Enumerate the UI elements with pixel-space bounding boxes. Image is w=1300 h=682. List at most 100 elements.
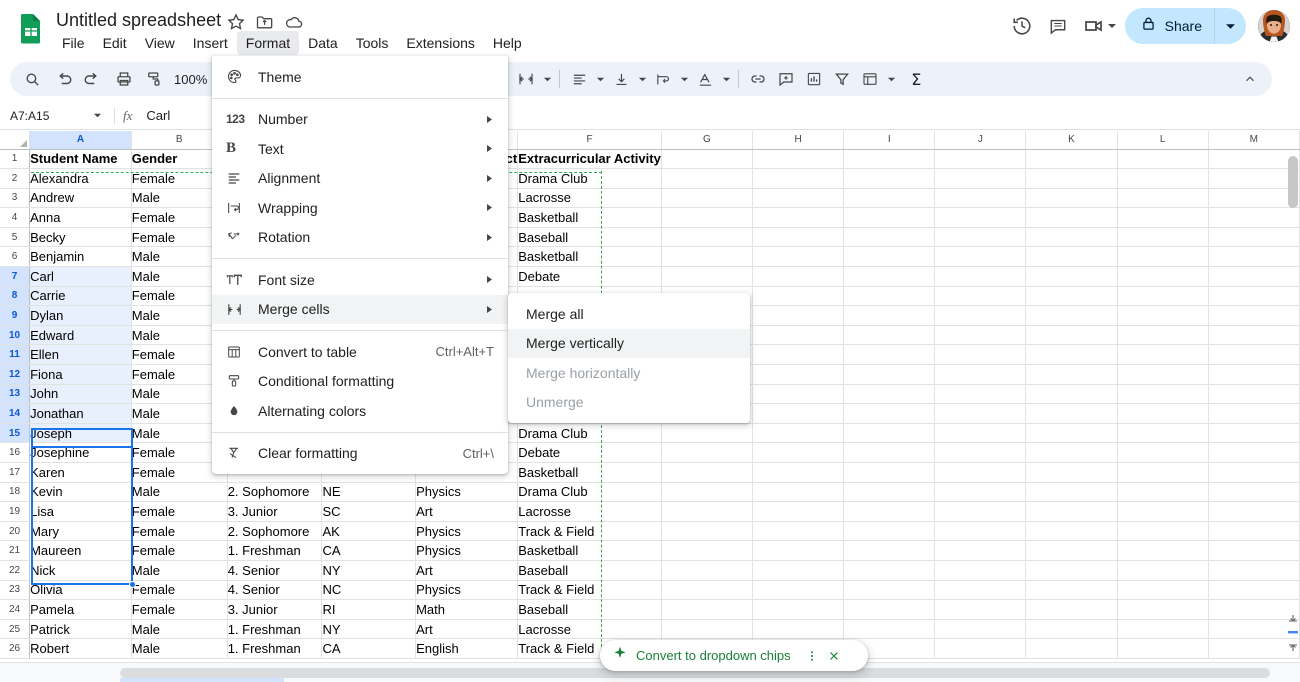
- row-header-26[interactable]: 26: [0, 639, 30, 659]
- text-wrap-caret-icon[interactable]: [677, 65, 691, 93]
- row-header-15[interactable]: 15: [0, 423, 30, 443]
- cell-M3[interactable]: [1208, 188, 1299, 208]
- row-header-1[interactable]: 1: [0, 149, 30, 169]
- cell-H8[interactable]: [753, 286, 844, 306]
- formula-input[interactable]: Carl: [146, 108, 170, 123]
- cell-J22[interactable]: [935, 560, 1026, 580]
- format-menu-item-text[interactable]: BText: [212, 134, 508, 164]
- cell-F1[interactable]: Extracurricular Activity: [518, 149, 662, 169]
- cell-I5[interactable]: [844, 227, 935, 247]
- cell-A12[interactable]: Fiona: [30, 365, 132, 385]
- menu-format[interactable]: Format: [237, 31, 299, 55]
- meet-button[interactable]: [1076, 8, 1119, 44]
- horizontal-align-caret-icon[interactable]: [593, 65, 607, 93]
- cell-F23[interactable]: Track & Field: [518, 580, 662, 600]
- column-header-h[interactable]: H: [753, 131, 844, 149]
- cell-L11[interactable]: [1117, 345, 1208, 365]
- merge-submenu-item-merge-all[interactable]: Merge all: [508, 299, 750, 329]
- cell-A1[interactable]: Student Name: [30, 149, 132, 169]
- cell-L6[interactable]: [1117, 247, 1208, 267]
- cell-B25[interactable]: Male: [131, 619, 227, 639]
- cell-D22[interactable]: NY: [322, 560, 416, 580]
- cell-L20[interactable]: [1117, 521, 1208, 541]
- cell-F7[interactable]: Debate: [518, 267, 662, 287]
- cell-I3[interactable]: [844, 188, 935, 208]
- cell-L13[interactable]: [1117, 384, 1208, 404]
- vertical-align-caret-icon[interactable]: [635, 65, 649, 93]
- insert-chart-icon[interactable]: [800, 65, 828, 93]
- cell-L10[interactable]: [1117, 325, 1208, 345]
- cell-C26[interactable]: 1. Freshman: [227, 639, 322, 659]
- cell-G24[interactable]: [661, 600, 752, 620]
- name-box[interactable]: A7:A15: [10, 109, 88, 123]
- cell-C23[interactable]: 4. Senior: [227, 580, 322, 600]
- row-header-19[interactable]: 19: [0, 502, 30, 522]
- cell-A25[interactable]: Patrick: [30, 619, 132, 639]
- format-menu-item-theme[interactable]: Theme: [212, 62, 508, 92]
- cell-D23[interactable]: NC: [322, 580, 416, 600]
- cell-L14[interactable]: [1117, 404, 1208, 424]
- menu-help[interactable]: Help: [484, 31, 531, 55]
- cell-A3[interactable]: Andrew: [30, 188, 132, 208]
- cell-J7[interactable]: [935, 267, 1026, 287]
- format-menu-item-font-size[interactable]: Font size: [212, 265, 508, 295]
- cell-J19[interactable]: [935, 502, 1026, 522]
- row-header-7[interactable]: 7: [0, 267, 30, 287]
- cell-J13[interactable]: [935, 384, 1026, 404]
- cell-H7[interactable]: [753, 267, 844, 287]
- cell-L5[interactable]: [1117, 227, 1208, 247]
- cell-M6[interactable]: [1208, 247, 1299, 267]
- cell-H6[interactable]: [753, 247, 844, 267]
- name-box-caret-icon[interactable]: [88, 111, 106, 120]
- format-menu-item-clear-formatting[interactable]: Clear formattingCtrl+\: [212, 439, 508, 469]
- cell-C22[interactable]: 4. Senior: [227, 560, 322, 580]
- cell-M16[interactable]: [1208, 443, 1299, 463]
- menu-edit[interactable]: Edit: [94, 31, 136, 55]
- cell-A23[interactable]: Olivia: [30, 580, 132, 600]
- cell-A4[interactable]: Anna: [30, 208, 132, 228]
- cell-J14[interactable]: [935, 404, 1026, 424]
- star-icon[interactable]: [226, 12, 246, 32]
- cell-I8[interactable]: [844, 286, 935, 306]
- cell-I6[interactable]: [844, 247, 935, 267]
- cell-I17[interactable]: [844, 463, 935, 483]
- cell-I21[interactable]: [844, 541, 935, 561]
- cell-F5[interactable]: Baseball: [518, 227, 662, 247]
- column-header-k[interactable]: K: [1026, 131, 1117, 149]
- cell-M20[interactable]: [1208, 521, 1299, 541]
- cell-A17[interactable]: Karen: [30, 463, 132, 483]
- column-header-a[interactable]: A: [30, 131, 132, 149]
- cell-J24[interactable]: [935, 600, 1026, 620]
- cell-D25[interactable]: NY: [322, 619, 416, 639]
- row-header-4[interactable]: 4: [0, 208, 30, 228]
- cell-J17[interactable]: [935, 463, 1026, 483]
- cell-B18[interactable]: Male: [131, 482, 227, 502]
- cell-L15[interactable]: [1117, 423, 1208, 443]
- cell-A9[interactable]: Dylan: [30, 306, 132, 326]
- cell-J20[interactable]: [935, 521, 1026, 541]
- cell-A13[interactable]: John: [30, 384, 132, 404]
- cell-J3[interactable]: [935, 188, 1026, 208]
- cell-F18[interactable]: Drama Club: [518, 482, 662, 502]
- cell-M11[interactable]: [1208, 345, 1299, 365]
- cell-E26[interactable]: English: [416, 639, 518, 659]
- cell-K23[interactable]: [1026, 580, 1117, 600]
- row-header-11[interactable]: 11: [0, 345, 30, 365]
- cloud-saved-icon[interactable]: [284, 12, 304, 32]
- row-header-18[interactable]: 18: [0, 482, 30, 502]
- cell-L19[interactable]: [1117, 502, 1208, 522]
- cell-I19[interactable]: [844, 502, 935, 522]
- cell-L9[interactable]: [1117, 306, 1208, 326]
- cell-J1[interactable]: [935, 149, 1026, 169]
- print-icon[interactable]: [110, 65, 138, 93]
- row-header-13[interactable]: 13: [0, 384, 30, 404]
- cell-K13[interactable]: [1026, 384, 1117, 404]
- cell-A11[interactable]: Ellen: [30, 345, 132, 365]
- cell-A21[interactable]: Maureen: [30, 541, 132, 561]
- cell-C21[interactable]: 1. Freshman: [227, 541, 322, 561]
- cell-J25[interactable]: [935, 619, 1026, 639]
- cell-F15[interactable]: Drama Club: [518, 423, 662, 443]
- cell-K1[interactable]: [1026, 149, 1117, 169]
- cell-A14[interactable]: Jonathan: [30, 404, 132, 424]
- cell-M15[interactable]: [1208, 423, 1299, 443]
